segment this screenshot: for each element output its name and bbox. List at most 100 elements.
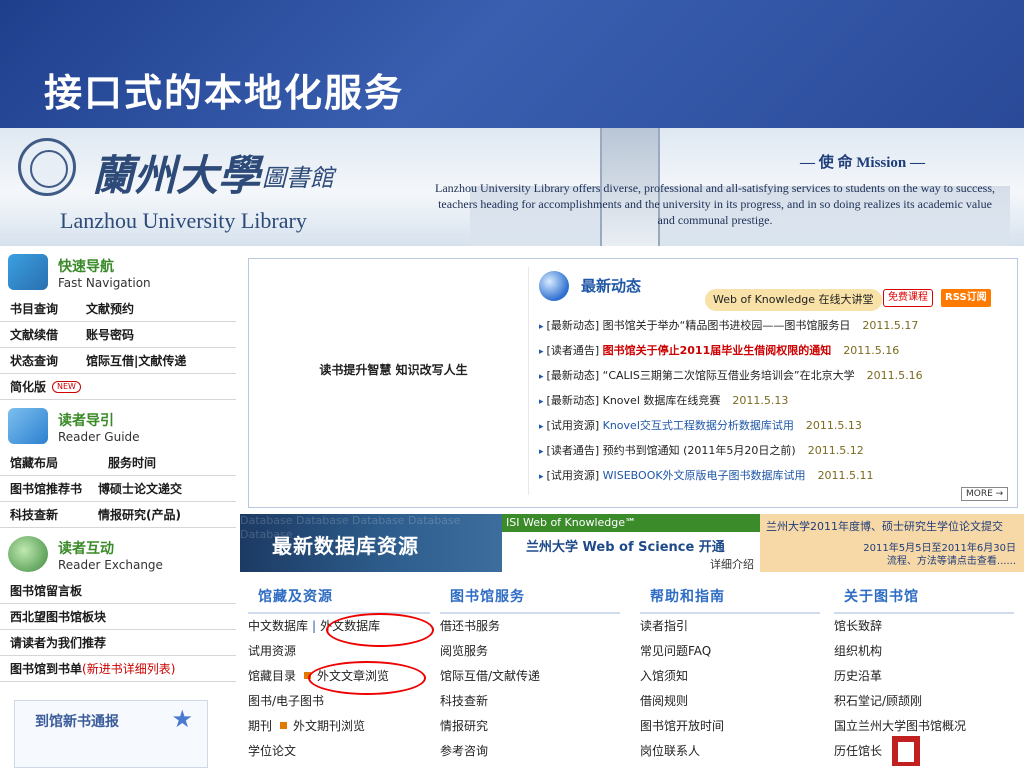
news-link[interactable]: 图书馆关于停止2011届毕业生借阅权限的通知 xyxy=(603,344,832,357)
column-title: 图书馆服务 xyxy=(450,589,525,605)
star-icon: ★ xyxy=(171,705,193,733)
news-items: ▸ [最新动态] 图书馆关于举办“精品图书进校园——图书馆服务日 2011.5.17… xyxy=(539,317,923,492)
sidebar-row: 书目查询 文献预约 xyxy=(0,296,236,322)
sidebar-row: 图书馆到书单 (新进书详细列表) xyxy=(0,656,236,682)
news-link[interactable]: 预约书到馆通知 (2011年5月20日之前) xyxy=(603,444,796,457)
list-item: ▸ [最新动态] 图书馆关于举办“精品图书进校园——图书馆服务日 2011.5.17 xyxy=(539,317,923,342)
column-title: 馆藏及资源 xyxy=(258,589,333,605)
column-link[interactable]: 国立兰州大学图书馆概况 xyxy=(834,714,1014,739)
list-item: ▸ [最新动态] “CALIS三期第二次馆际互借业务培训会”在北京大学 2011.5… xyxy=(539,367,923,392)
news-link[interactable]: 图书馆关于举办“精品图书进校园——图书馆服务日 xyxy=(603,319,851,332)
list-item: ▸ [试用资源] WISEBOOK外文原版电子图书数据库试用 2011.5.11 xyxy=(539,467,923,492)
column-link[interactable]: 常见问题FAQ xyxy=(640,639,820,664)
globe-book-icon xyxy=(8,536,48,572)
news-link[interactable]: “CALIS三期第二次馆际互借业务培训会”在北京大学 xyxy=(603,369,855,382)
column-link[interactable]: 积石堂记/顾颉刚 xyxy=(834,689,1014,714)
arrow-icon: ▸ xyxy=(539,472,544,482)
document-reserve-link[interactable]: 文献预约 xyxy=(86,300,134,317)
help-column: 帮助和指南 读者指引 常见问题FAQ 入馆须知 借阅规则 图书馆开放时间 岗位联… xyxy=(640,586,820,764)
thesis-banner[interactable]: 兰州大学2011年度博、硕士研究生学位论文提交 2011年5月5日至2011年6… xyxy=(760,514,1024,572)
catalog-link[interactable]: 馆藏目录 xyxy=(248,669,296,683)
novelty-search-link[interactable]: 科技查新 xyxy=(10,506,58,523)
news-date: 2011.5.16 xyxy=(866,369,923,382)
arrival-detail-link[interactable]: (新进书详细列表) xyxy=(82,660,175,677)
new-database-title: 最新数据库资源 xyxy=(272,534,419,558)
more-button[interactable]: MORE → xyxy=(961,487,1009,501)
isi-body: 兰州大学 Web of Science 开通 xyxy=(526,540,725,555)
rss-subscribe-button[interactable]: RSS订阅 xyxy=(941,289,991,307)
news-link[interactable]: Knovel交互式工程数据分析数据库试用 xyxy=(603,419,794,432)
column-link[interactable]: 科技查新 xyxy=(440,689,620,714)
column-link[interactable]: 阅览服务 xyxy=(440,639,620,664)
sidebar: 快速导航 Fast Navigation 书目查询 文献预约 文献续借 账号密码… xyxy=(0,246,236,768)
reader-exchange-title: 读者互动 xyxy=(58,541,114,557)
slide-header: 接口式的本地化服务 xyxy=(0,0,1024,128)
account-password-link[interactable]: 账号密码 xyxy=(86,326,134,343)
new-books-box[interactable]: 到馆新书通报 ★ xyxy=(14,700,208,768)
column-link[interactable]: 参考咨询 xyxy=(440,739,620,764)
recommend-link[interactable]: 请读者为我们推荐 xyxy=(10,634,106,651)
recommended-books-link[interactable]: 图书馆推荐书 xyxy=(10,480,82,497)
news-category: [最新动态] xyxy=(546,394,600,407)
fast-nav-title: 快速导航 xyxy=(58,259,114,275)
mission-label: — 使 命 Mission — xyxy=(800,155,926,171)
sidebar-row: 文献续借 账号密码 xyxy=(0,322,236,348)
column-link[interactable]: 历任馆长 xyxy=(834,739,1014,764)
reader-exchange-subtitle: Reader Exchange xyxy=(58,558,163,572)
news-category: [试用资源] xyxy=(546,419,600,432)
column-link[interactable]: 入馆须知 xyxy=(640,664,820,689)
status-query-link[interactable]: 状态查询 xyxy=(10,352,58,369)
list-item: ▸ [读者通告] 图书馆关于停止2011届毕业生借阅权限的通知 2011.5.16 xyxy=(539,342,923,367)
column-link[interactable]: 借还书服务 xyxy=(440,614,620,639)
sidebar-row: 馆藏布局 服务时间 xyxy=(0,450,236,476)
service-hours-link[interactable]: 服务时间 xyxy=(108,454,156,471)
news-link[interactable]: WISEBOOK外文原版电子图书数据库试用 xyxy=(603,469,806,482)
column-link[interactable]: 组织机构 xyxy=(834,639,1014,664)
column-link[interactable]: 馆际互借/文献传递 xyxy=(440,664,620,689)
isi-banner[interactable]: ISI Web of Knowledge℠ 兰州大学 Web of Scienc… xyxy=(502,514,760,572)
news-link[interactable]: Knovel 数据库在线竞赛 xyxy=(603,394,721,407)
journals-link[interactable]: 期刊 xyxy=(248,719,272,733)
column-link[interactable]: 历史沿革 xyxy=(834,664,1014,689)
new-books-title: 到馆新书通报 xyxy=(35,714,119,730)
simple-version-link[interactable]: 简化版 xyxy=(10,378,46,395)
column-header: 图书馆服务 xyxy=(440,586,620,614)
column-link[interactable]: 情报研究 xyxy=(440,714,620,739)
northwest-board-link[interactable]: 西北望图书馆板块 xyxy=(10,608,106,625)
news-category: [读者通告] xyxy=(546,444,600,457)
reader-guide-subtitle: Reader Guide xyxy=(58,430,140,444)
list-item: ▸ [最新动态] Knovel 数据库在线竞赛 2011.5.13 xyxy=(539,392,923,417)
news-title: 最新动态 xyxy=(581,277,642,295)
catalog-search-link[interactable]: 书目查询 xyxy=(10,300,58,317)
services-column: 图书馆服务 借还书服务 阅览服务 馆际互借/文献传递 科技查新 情报研究 参考咨… xyxy=(440,586,620,764)
arrival-list-link[interactable]: 图书馆到书单 xyxy=(10,660,82,677)
slideshow-image[interactable]: 读书提升智慧 知识改写人生 xyxy=(259,267,529,495)
news-category: [读者通告] xyxy=(546,344,600,357)
column-link[interactable]: 图书馆开放时间 xyxy=(640,714,820,739)
fast-nav-header: 快速导航 Fast Navigation xyxy=(0,246,236,296)
journal-browse-link[interactable]: 外文期刊浏览 xyxy=(293,719,365,733)
news-category: [试用资源] xyxy=(546,469,600,482)
column-link[interactable]: 馆长致辞 xyxy=(834,614,1014,639)
chinese-db-link[interactable]: 中文数据库 xyxy=(248,619,308,633)
column-link[interactable]: 读者指引 xyxy=(640,614,820,639)
renew-link[interactable]: 文献续借 xyxy=(10,326,58,343)
thesis-submit-link[interactable]: 博硕士论文递交 xyxy=(98,480,182,497)
column-title: 关于图书馆 xyxy=(844,589,919,605)
column-link[interactable]: 岗位联系人 xyxy=(640,739,820,764)
collection-layout-link[interactable]: 馆藏布局 xyxy=(10,454,58,471)
free-course-badge[interactable]: 免费课程 xyxy=(883,289,933,307)
isi-detail-link[interactable]: 详细介绍 xyxy=(710,556,754,572)
intelligence-research-link[interactable]: 情报研究(产品) xyxy=(98,506,181,523)
wok-lecture-link[interactable]: Web of Knowledge 在线大讲堂 xyxy=(705,289,882,311)
thesis-detail: 2011年5月5日至2011年6月30日 流程、方法等请点击查看...... xyxy=(863,543,1016,567)
column-link[interactable]: 借阅规则 xyxy=(640,689,820,714)
highlight-ellipse-article-browse xyxy=(308,661,426,695)
interlibrary-loan-link[interactable]: 馆际互借|文献传递 xyxy=(86,352,186,369)
message-board-link[interactable]: 图书馆留言板 xyxy=(10,582,82,599)
about-column: 关于图书馆 馆长致辞 组织机构 历史沿革 积石堂记/顾颉刚 国立兰州大学图书馆概… xyxy=(834,586,1014,764)
news-date: 2011.5.13 xyxy=(805,419,862,432)
col-row: 期刊 外文期刊浏览 xyxy=(248,714,430,739)
new-database-banner[interactable]: Database Database Database Database Data… xyxy=(240,514,502,572)
thesis-link[interactable]: 学位论文 xyxy=(248,739,430,764)
